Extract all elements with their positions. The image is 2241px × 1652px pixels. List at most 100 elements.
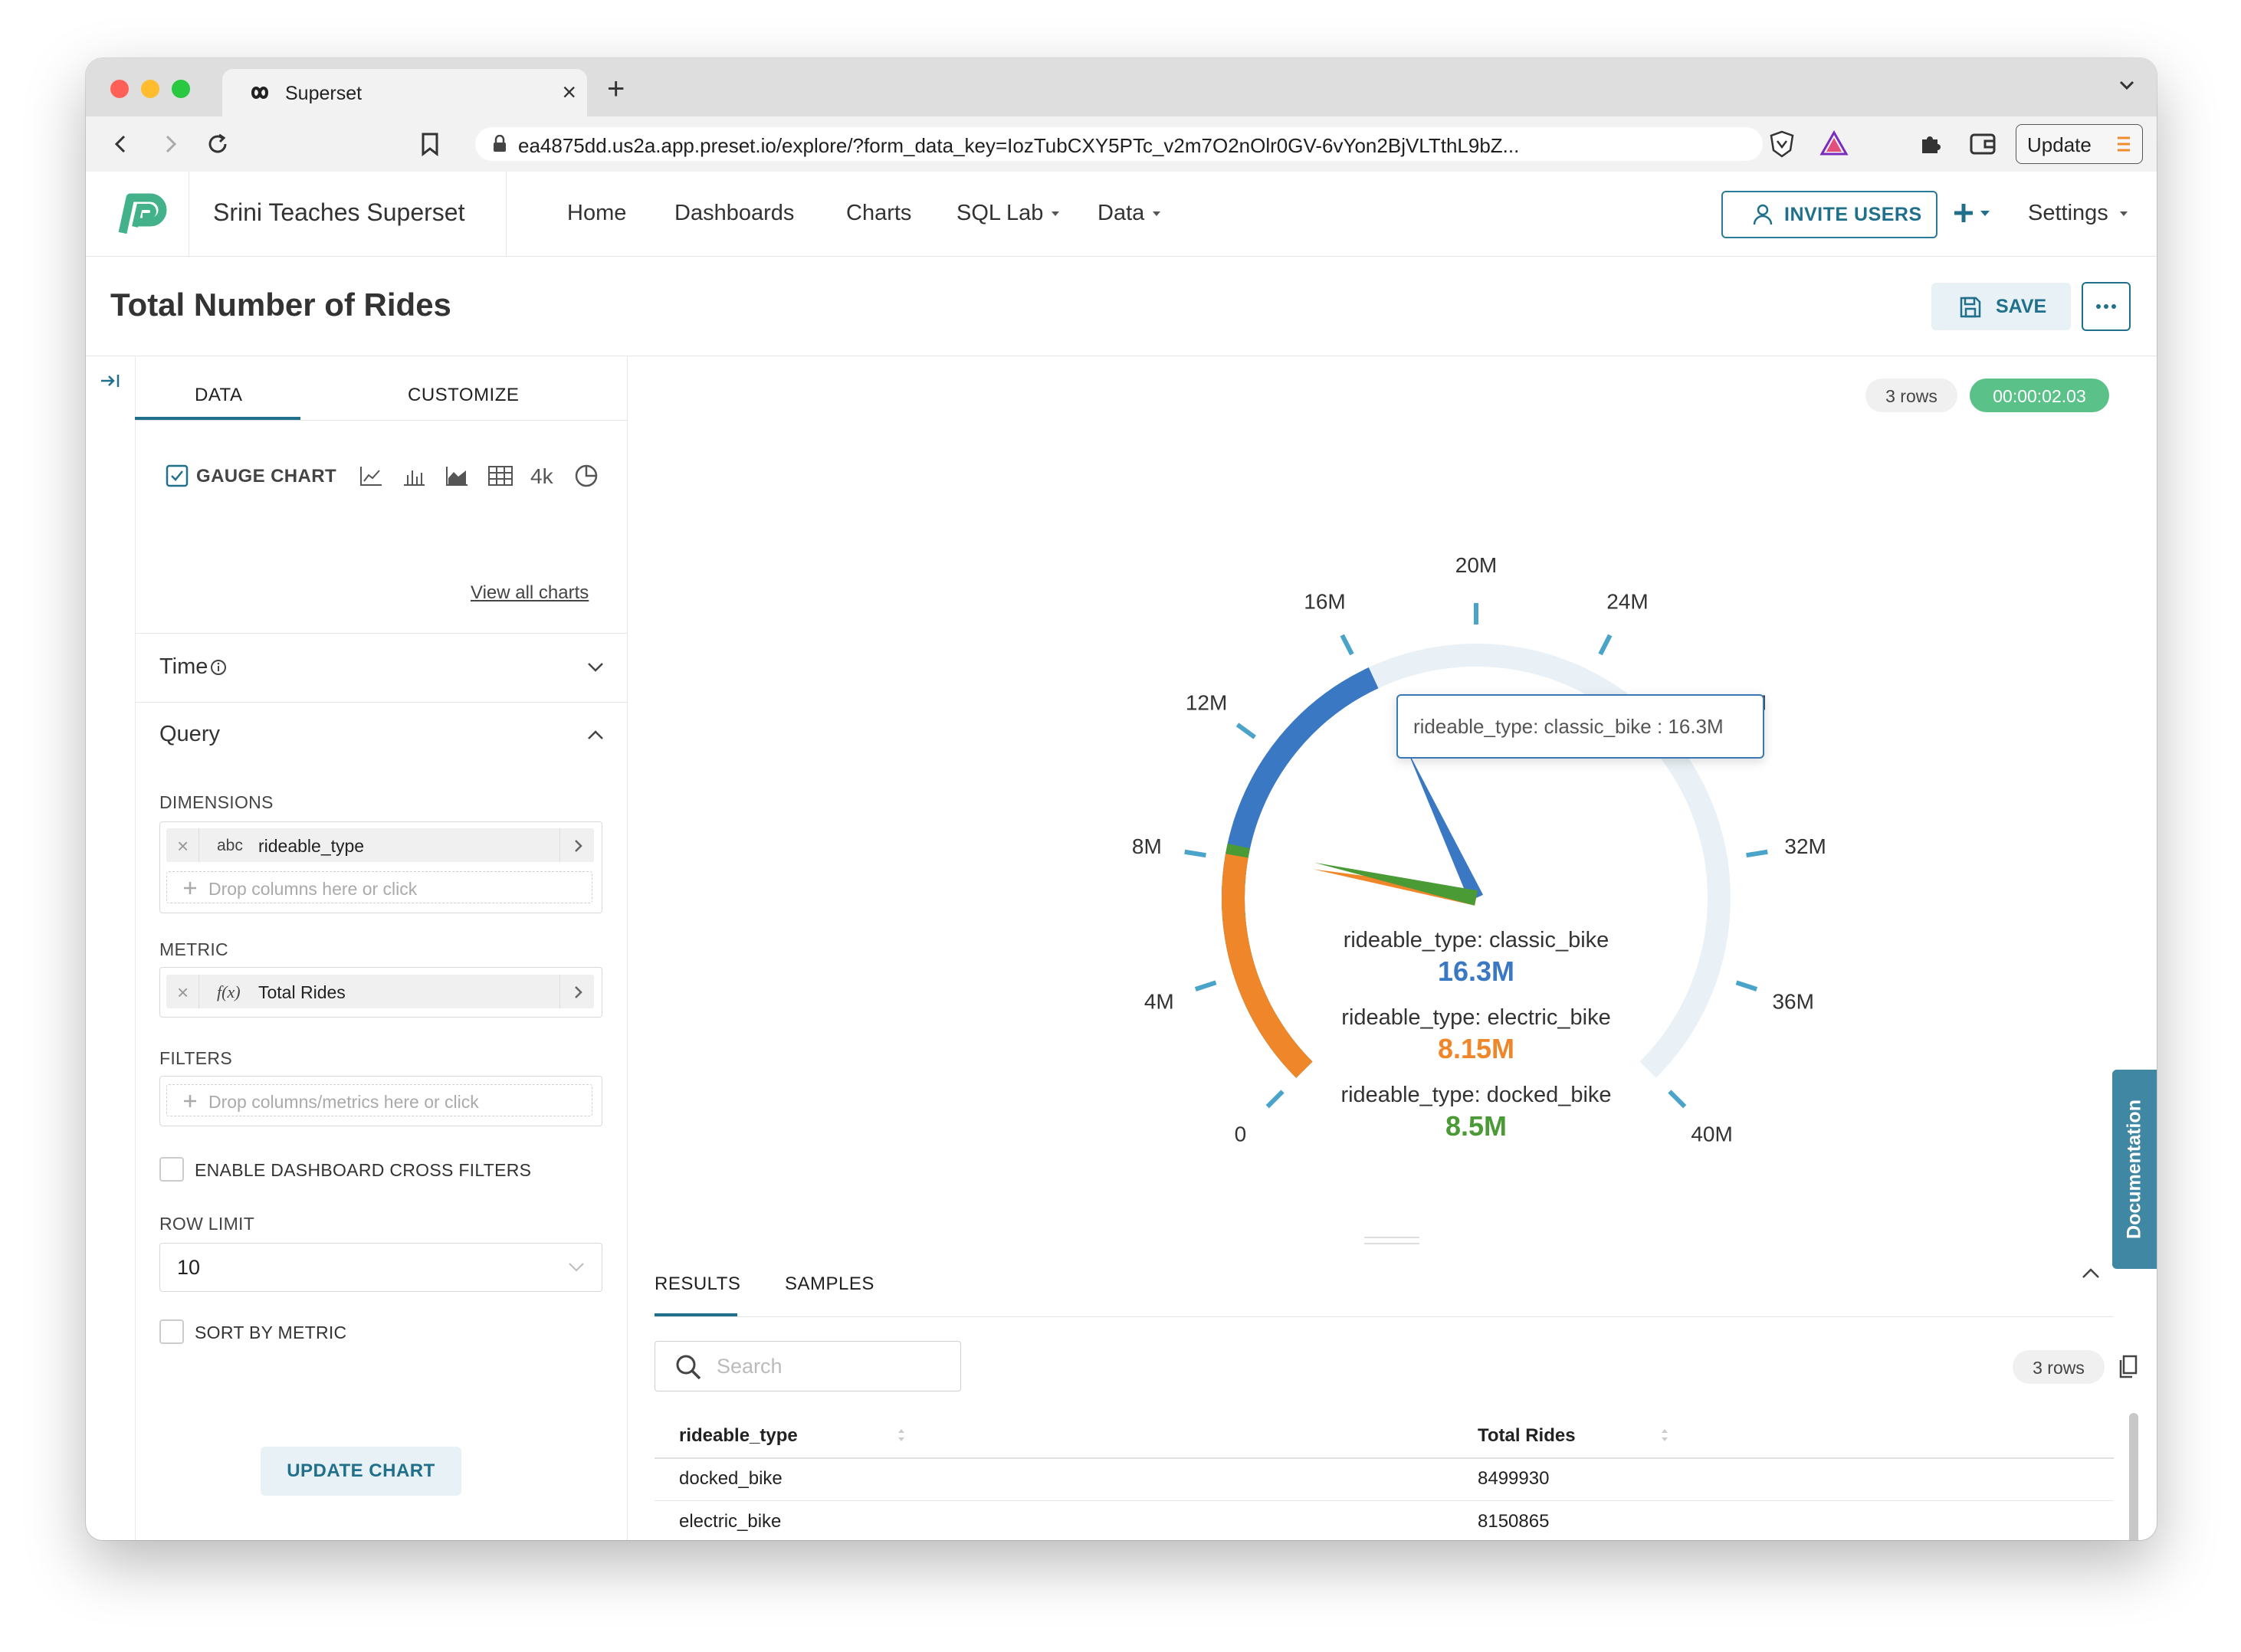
extensions-icon[interactable] bbox=[1918, 132, 1942, 156]
gauge-tick bbox=[1235, 723, 1256, 739]
copy-icon[interactable] bbox=[2118, 1355, 2138, 1379]
workspace-name[interactable]: Srini Teaches Superset bbox=[213, 198, 464, 227]
address-bar[interactable]: ea4875dd.us2a.app.preset.io/explore/?for… bbox=[475, 127, 1763, 161]
ellipsis-icon bbox=[2096, 304, 2116, 309]
divider bbox=[135, 420, 627, 421]
brave-rewards-icon[interactable] bbox=[1819, 130, 1849, 156]
table-scrollbar[interactable] bbox=[2129, 1413, 2138, 1540]
tab-list-chevron-icon[interactable] bbox=[2117, 75, 2137, 95]
gauge-pointer[interactable] bbox=[1314, 862, 1478, 906]
sort-icon[interactable] bbox=[897, 1427, 906, 1444]
row-limit-select[interactable]: 10 bbox=[159, 1243, 602, 1292]
sqllab-caret-icon bbox=[1052, 211, 1059, 216]
forward-icon[interactable] bbox=[159, 133, 181, 155]
gauge-series-label: rideable_type: classic_bike bbox=[1344, 928, 1609, 952]
sort-by-metric-checkbox[interactable] bbox=[159, 1319, 184, 1344]
query-section-header[interactable]: Query bbox=[135, 702, 627, 763]
update-chart-button[interactable]: UPDATE CHART bbox=[261, 1447, 461, 1496]
reload-icon[interactable] bbox=[205, 132, 230, 156]
row-limit-label: ROW LIMIT bbox=[159, 1214, 255, 1234]
new-tab-icon[interactable]: + bbox=[607, 72, 625, 107]
pie-chart-icon[interactable] bbox=[573, 463, 599, 489]
chart-area: 3 rows 00:00:02.03 04M8M12M16M20M24M28M3… bbox=[627, 356, 2157, 1540]
dimension-pill[interactable]: × abc rideable_type bbox=[166, 828, 594, 862]
settings-caret-icon bbox=[2120, 211, 2128, 216]
page-title[interactable]: Total Number of Rides bbox=[110, 287, 451, 323]
table-cell: 8499930 bbox=[1478, 1468, 1550, 1489]
tab-results[interactable]: RESULTS bbox=[655, 1273, 740, 1295]
nav-settings[interactable]: Settings bbox=[2028, 201, 2108, 226]
nav-data[interactable]: Data bbox=[1098, 201, 1144, 226]
remove-metric-icon[interactable]: × bbox=[177, 981, 189, 1005]
documentation-tab[interactable]: Documentation bbox=[2112, 1070, 2157, 1269]
gauge-tick-label: 0 bbox=[1235, 1123, 1247, 1146]
bar-chart-icon[interactable] bbox=[402, 464, 426, 487]
gauge-tick bbox=[1668, 1090, 1687, 1109]
line-chart-icon[interactable] bbox=[359, 464, 383, 487]
add-dimension-dropzone[interactable]: Drop columns here or click bbox=[166, 871, 592, 903]
gauge-pointer[interactable] bbox=[1406, 748, 1484, 902]
nav-sqllab[interactable]: SQL Lab bbox=[956, 201, 1043, 226]
invite-users-button[interactable]: INVITE USERS bbox=[1721, 191, 1937, 238]
remove-dimension-icon[interactable]: × bbox=[177, 834, 189, 858]
divider bbox=[506, 172, 507, 256]
save-icon bbox=[1960, 297, 1981, 318]
control-panel: DATA CUSTOMIZE GAUGE CHART 4k View all c… bbox=[135, 356, 628, 1540]
nav-home[interactable]: Home bbox=[567, 201, 626, 226]
close-tab-icon[interactable]: × bbox=[562, 78, 576, 107]
browser-tab[interactable]: Superset × bbox=[222, 69, 587, 116]
save-button[interactable]: SAVE bbox=[1931, 283, 2071, 330]
time-section-title: Time bbox=[159, 654, 208, 679]
cross-filters-checkbox[interactable] bbox=[159, 1157, 184, 1182]
gauge-tick bbox=[1746, 849, 1768, 858]
gauge-tick bbox=[1735, 980, 1758, 992]
column-type-icon: abc bbox=[217, 837, 243, 854]
back-icon[interactable] bbox=[110, 133, 132, 155]
gauge-chart-option[interactable]: GAUGE CHART bbox=[166, 460, 349, 490]
dimension-placeholder: Drop columns here or click bbox=[208, 879, 418, 899]
metric-pill[interactable]: × f(x) Total Rides bbox=[166, 975, 594, 1008]
maximize-window-button[interactable] bbox=[172, 80, 190, 98]
tab-samples[interactable]: SAMPLES bbox=[785, 1273, 874, 1295]
gauge-tick-label: 24M bbox=[1606, 589, 1648, 613]
wallet-icon[interactable] bbox=[1970, 133, 1996, 155]
chevron-up-icon bbox=[588, 730, 603, 739]
gauge-chart[interactable]: 04M8M12M16M20M24M28M32M36M40Mrideable_ty… bbox=[627, 356, 2157, 1244]
expand-panel-icon[interactable] bbox=[100, 372, 121, 389]
tab-data[interactable]: DATA bbox=[195, 385, 242, 406]
user-icon bbox=[1753, 204, 1773, 225]
more-options-button[interactable] bbox=[2082, 282, 2131, 331]
results-search-input[interactable]: Search bbox=[655, 1341, 961, 1391]
add-plus-icon[interactable] bbox=[1954, 201, 1993, 227]
search-icon bbox=[676, 1355, 701, 1380]
column-header-rideable-type[interactable]: rideable_type bbox=[679, 1425, 798, 1447]
table-icon[interactable] bbox=[487, 464, 513, 487]
bookmark-icon[interactable] bbox=[420, 132, 440, 156]
table-cell: docked_bike bbox=[679, 1468, 783, 1489]
browser-update-button[interactable]: Update bbox=[2016, 124, 2143, 164]
time-section-header[interactable]: Time bbox=[135, 633, 627, 702]
tab-customize[interactable]: CUSTOMIZE bbox=[408, 385, 519, 406]
minimize-window-button[interactable] bbox=[141, 80, 159, 98]
view-all-charts-link[interactable]: View all charts bbox=[471, 582, 589, 604]
add-filter-dropzone[interactable]: Drop columns/metrics here or click bbox=[166, 1084, 592, 1116]
column-header-total-rides[interactable]: Total Rides bbox=[1478, 1425, 1576, 1447]
collapse-results-icon[interactable] bbox=[2082, 1267, 2100, 1280]
brave-shield-icon[interactable] bbox=[1769, 130, 1795, 158]
close-window-button[interactable] bbox=[110, 80, 129, 98]
gauge-progress-arc[interactable] bbox=[1222, 854, 1313, 1078]
dimensions-control: × abc rideable_type Drop columns here or… bbox=[159, 821, 602, 913]
sort-icon[interactable] bbox=[1660, 1427, 1669, 1444]
lock-icon bbox=[494, 135, 506, 152]
gauge-tick-label: 32M bbox=[1784, 834, 1826, 858]
nav-dashboards[interactable]: Dashboards bbox=[674, 201, 794, 226]
tooltip-text: rideable_type: classic_bike : 16.3M bbox=[1413, 715, 1724, 738]
gauge-series-label: rideable_type: electric_bike bbox=[1341, 1005, 1610, 1030]
preset-logo-icon[interactable] bbox=[112, 182, 173, 244]
resize-handle[interactable] bbox=[1364, 1237, 1419, 1244]
nav-charts[interactable]: Charts bbox=[846, 201, 911, 226]
area-chart-icon[interactable] bbox=[445, 464, 469, 487]
browser-window: Superset × + ea4875dd.us2a.app.preset.io… bbox=[86, 58, 2157, 1540]
results-row-count-badge: 3 rows bbox=[2013, 1350, 2105, 1384]
big-number-icon[interactable]: 4k bbox=[530, 464, 553, 489]
